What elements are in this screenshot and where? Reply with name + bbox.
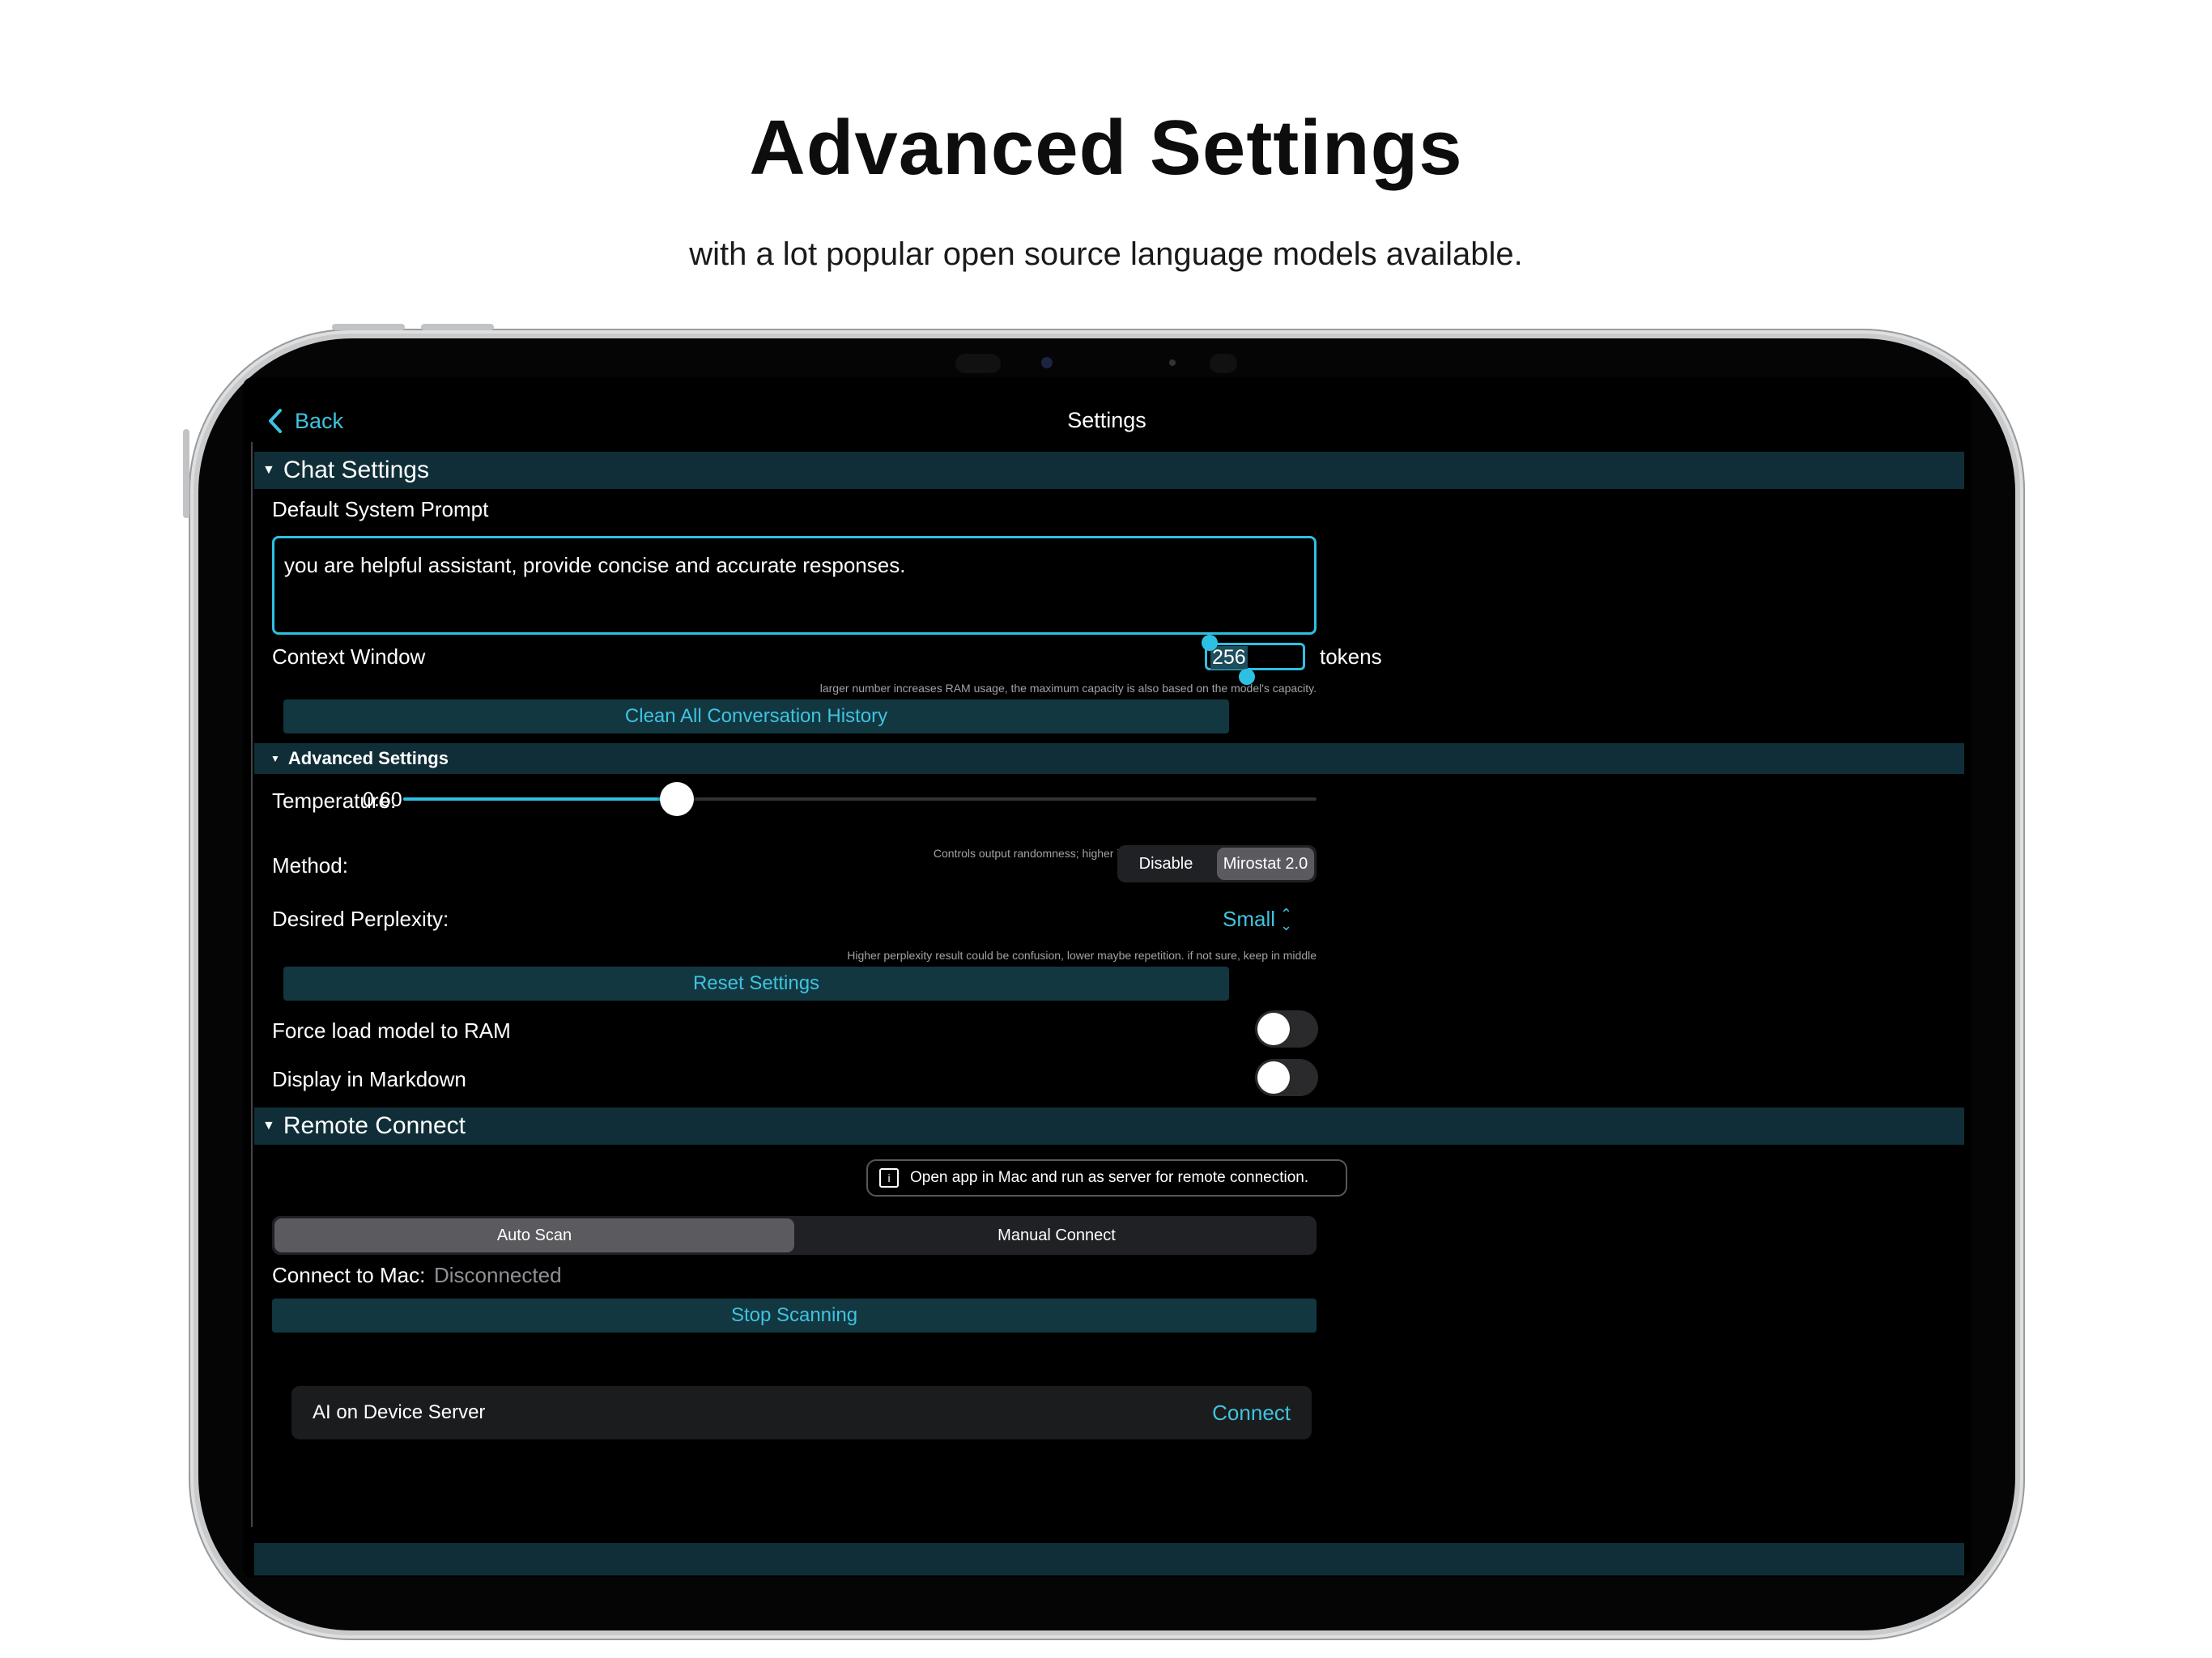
context-hint: larger number increases RAM usage, the m…	[819, 682, 1317, 695]
section-title: Advanced Settings	[287, 748, 449, 768]
remote-info-banner: i Open app in Mac and run as server for …	[866, 1159, 1347, 1197]
force-load-toggle[interactable]	[1255, 1010, 1318, 1048]
power-button	[183, 429, 189, 518]
section-header-remote-connect[interactable]: ▼ Remote Connect	[254, 1107, 1964, 1145]
selection-handle-icon[interactable]	[1202, 635, 1218, 651]
app-screen: Back Settings ▼ Chat Settings Default Sy…	[243, 377, 1971, 1577]
hero-title: Advanced Settings	[749, 104, 1463, 191]
perplexity-select[interactable]: Small ⌃ ⌄	[1223, 905, 1293, 933]
toggle-knob	[1257, 1013, 1290, 1045]
method-segmented-control[interactable]: Disable Mirostat 2.0	[1117, 845, 1317, 882]
force-load-label: Force load model to RAM	[272, 1018, 511, 1043]
reset-settings-button[interactable]: Reset Settings	[283, 967, 1229, 1001]
sensor-left	[955, 354, 1001, 373]
section-header-chat-settings[interactable]: ▼ Chat Settings	[254, 452, 1964, 489]
perplexity-hint: Higher perplexity result could be confus…	[847, 949, 1317, 962]
server-connect-button[interactable]: Connect	[1212, 1401, 1291, 1426]
volume-button-top-2	[421, 324, 494, 330]
temperature-value: 0.60	[363, 789, 402, 811]
remote-mode-segmented-control[interactable]: Auto Scan Manual Connect	[272, 1216, 1317, 1255]
context-window-label: Context Window	[272, 644, 426, 669]
section-title: Remote Connect	[283, 1112, 466, 1139]
clean-history-button[interactable]: Clean All Conversation History	[283, 699, 1229, 733]
prompt-label: Default System Prompt	[272, 497, 489, 521]
connect-status: Disconnected	[434, 1263, 562, 1287]
method-option-disable[interactable]: Disable	[1117, 845, 1214, 882]
toggle-knob	[1257, 1061, 1290, 1094]
hero-subtitle: with a lot popular open source language …	[689, 236, 1523, 272]
camera-lens	[1041, 357, 1053, 368]
server-name: AI on Device Server	[313, 1401, 486, 1423]
server-list-item[interactable]: AI on Device Server Connect	[291, 1386, 1312, 1439]
tab-auto-scan[interactable]: Auto Scan	[274, 1218, 794, 1252]
connect-to-mac-label: Connect to Mac:	[272, 1263, 426, 1287]
tab-manual-connect[interactable]: Manual Connect	[797, 1216, 1317, 1255]
context-window-value: 256	[1210, 646, 1248, 670]
section-title: Chat Settings	[283, 457, 429, 483]
section-header-advanced-settings[interactable]: ▼ Advanced Settings	[254, 743, 1964, 774]
sensor-dot	[1169, 359, 1176, 366]
context-unit: tokens	[1320, 644, 1382, 669]
system-prompt-input[interactable]: you are helpful assistant, provide conci…	[272, 536, 1317, 635]
disclosure-triangle-icon: ▼	[270, 753, 280, 764]
context-window-input[interactable]: 256	[1205, 643, 1305, 670]
info-icon: i	[879, 1168, 899, 1188]
left-divider	[251, 442, 253, 1527]
perplexity-value: Small	[1223, 907, 1276, 931]
next-section-header-partial	[254, 1543, 1964, 1575]
nav-title: Settings	[1067, 408, 1146, 432]
temperature-slider-thumb[interactable]	[660, 782, 695, 816]
markdown-toggle[interactable]	[1255, 1059, 1318, 1096]
perplexity-label: Desired Perplexity:	[272, 907, 449, 931]
disclosure-triangle-icon: ▼	[262, 463, 275, 477]
chevron-up-down-icon: ⌃ ⌄	[1280, 905, 1293, 933]
method-option-mirostat[interactable]: Mirostat 2.0	[1217, 848, 1314, 880]
stop-scanning-button[interactable]: Stop Scanning	[272, 1299, 1317, 1333]
markdown-label: Display in Markdown	[272, 1067, 466, 1091]
volume-button-top	[332, 324, 405, 330]
temperature-slider-fill	[403, 797, 678, 801]
remote-info-text: Open app in Mac and run as server for re…	[910, 1169, 1309, 1186]
sensor-right	[1210, 354, 1237, 373]
disclosure-triangle-icon: ▼	[262, 1119, 275, 1133]
method-label: Method:	[272, 853, 348, 878]
